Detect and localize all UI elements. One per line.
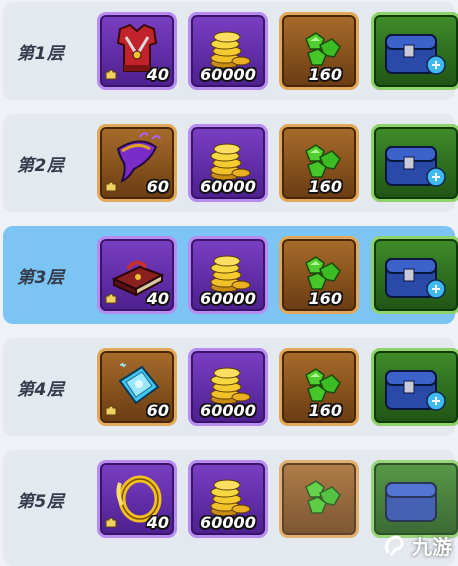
floor-label: 第1层 xyxy=(17,43,65,64)
puzzle-piece-icon xyxy=(105,405,117,416)
reward-item-tile[interactable]: 60 xyxy=(97,124,177,202)
blue-treasure-chest-icon xyxy=(385,482,437,522)
item-quantity: 40 xyxy=(146,289,169,308)
reward-item-tile[interactable]: 60 xyxy=(97,348,177,426)
blue-treasure-chest-icon xyxy=(385,258,446,299)
floor-label: 第2层 xyxy=(17,155,65,176)
item-quantity: 60 xyxy=(146,401,169,420)
gem-quantity: 160 xyxy=(308,177,342,196)
gem-quantity: 160 xyxy=(308,289,342,308)
gem-quantity: 160 xyxy=(308,65,342,84)
floor-row[interactable]: 第2层 60 60000 160 xyxy=(3,114,458,212)
chest-reward-tile[interactable] xyxy=(371,12,458,90)
floor-row-active[interactable]: 第3层 40 60000 160 xyxy=(3,226,458,324)
gold-reward-tile[interactable]: 60000 xyxy=(188,236,268,314)
blue-treasure-chest-icon xyxy=(385,370,446,411)
floor-row[interactable]: 第4层 60 60000 160 xyxy=(3,338,458,436)
item-quantity: 40 xyxy=(146,513,169,532)
gold-reward-tile[interactable]: 60000 xyxy=(188,460,268,538)
floor-label: 第5层 xyxy=(17,491,65,512)
reward-item-tile[interactable]: 40 xyxy=(97,236,177,314)
gold-quantity: 60000 xyxy=(200,177,256,196)
watermark-text: 九游 xyxy=(412,535,452,559)
floor-label: 第4层 xyxy=(17,379,65,400)
gold-reward-tile[interactable]: 60000 xyxy=(188,124,268,202)
chest-reward-tile[interactable] xyxy=(371,124,458,202)
puzzle-piece-icon xyxy=(105,517,117,528)
gem-reward-tile[interactable]: 160 xyxy=(279,12,359,90)
gold-reward-tile[interactable]: 60000 xyxy=(188,12,268,90)
gold-quantity: 60000 xyxy=(200,65,256,84)
gem-reward-tile[interactable]: 160 xyxy=(279,348,359,426)
reward-item-tile[interactable]: 40 xyxy=(97,460,177,538)
gold-quantity: 60000 xyxy=(200,289,256,308)
gem-reward-tile[interactable]: 160 xyxy=(279,236,359,314)
chest-reward-tile[interactable] xyxy=(371,348,458,426)
blue-treasure-chest-icon xyxy=(385,34,446,75)
gold-reward-tile[interactable]: 60000 xyxy=(188,348,268,426)
item-quantity: 60 xyxy=(146,177,169,196)
item-quantity: 40 xyxy=(146,65,169,84)
floor-row[interactable]: 第1层 40 60000 160 xyxy=(3,2,458,100)
gem-reward-tile[interactable]: 160 xyxy=(279,460,359,538)
gold-quantity: 60000 xyxy=(200,513,256,532)
gold-quantity: 60000 xyxy=(200,401,256,420)
floor-label: 第3层 xyxy=(17,267,65,288)
blue-treasure-chest-icon xyxy=(385,146,446,187)
gem-quantity: 160 xyxy=(308,401,342,420)
puzzle-piece-icon xyxy=(105,181,117,192)
nine-game-logo-icon xyxy=(385,535,404,556)
chest-reward-tile[interactable] xyxy=(371,460,458,538)
puzzle-piece-icon xyxy=(105,69,117,80)
gem-reward-tile[interactable]: 160 xyxy=(279,124,359,202)
puzzle-piece-icon xyxy=(105,293,117,304)
reward-item-tile[interactable]: 40 xyxy=(97,12,177,90)
watermark-logo: 九游 xyxy=(382,531,452,560)
chest-reward-tile[interactable] xyxy=(371,236,458,314)
